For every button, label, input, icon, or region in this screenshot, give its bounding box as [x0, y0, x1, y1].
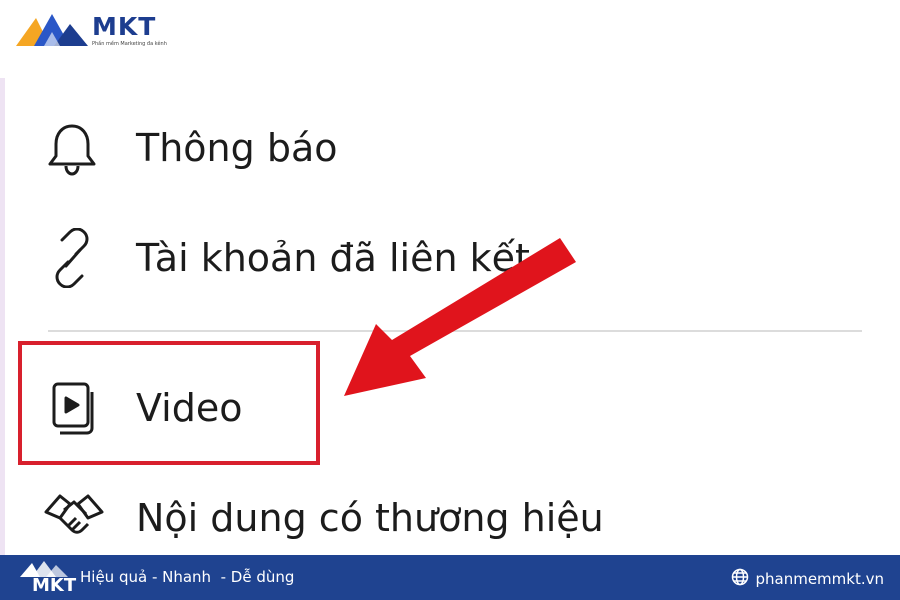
footer-slogan: Hiệu quả - Nhanh - Dễ dùng	[80, 568, 295, 586]
handshake-icon	[42, 488, 106, 548]
footer-brand-name: MKT	[32, 575, 77, 596]
footer-website-text: phanmemmkt.vn	[755, 570, 884, 588]
logo-mark-icon	[16, 14, 88, 46]
footer-banner: MKT Hiệu quả - Nhanh - Dễ dùng phanmemmk…	[0, 555, 900, 600]
menu-item-label: Thông báo	[136, 126, 338, 170]
brand-tagline: Phần mềm Marketing đa kênh	[92, 41, 167, 47]
footer-website[interactable]: phanmemmkt.vn	[731, 568, 884, 590]
brand-logo: MKT Phần mềm Marketing đa kênh	[14, 10, 184, 52]
menu-item-branded-content[interactable]: Nội dung có thương hiệu	[42, 478, 862, 558]
menu-item-label: Nội dung có thương hiệu	[136, 496, 604, 540]
link-icon	[42, 228, 106, 288]
bell-icon	[42, 118, 106, 178]
footer-logo: MKT	[14, 559, 77, 597]
brand-name: MKT	[92, 12, 157, 41]
video-highlight-box	[18, 341, 320, 465]
globe-icon	[731, 568, 749, 590]
red-arrow-icon	[344, 238, 576, 396]
left-edge-strip	[0, 78, 5, 555]
settings-menu: Thông báo Tài khoản đã liên kết Video Nộ…	[0, 78, 900, 555]
menu-item-notifications[interactable]: Thông báo	[42, 108, 862, 188]
